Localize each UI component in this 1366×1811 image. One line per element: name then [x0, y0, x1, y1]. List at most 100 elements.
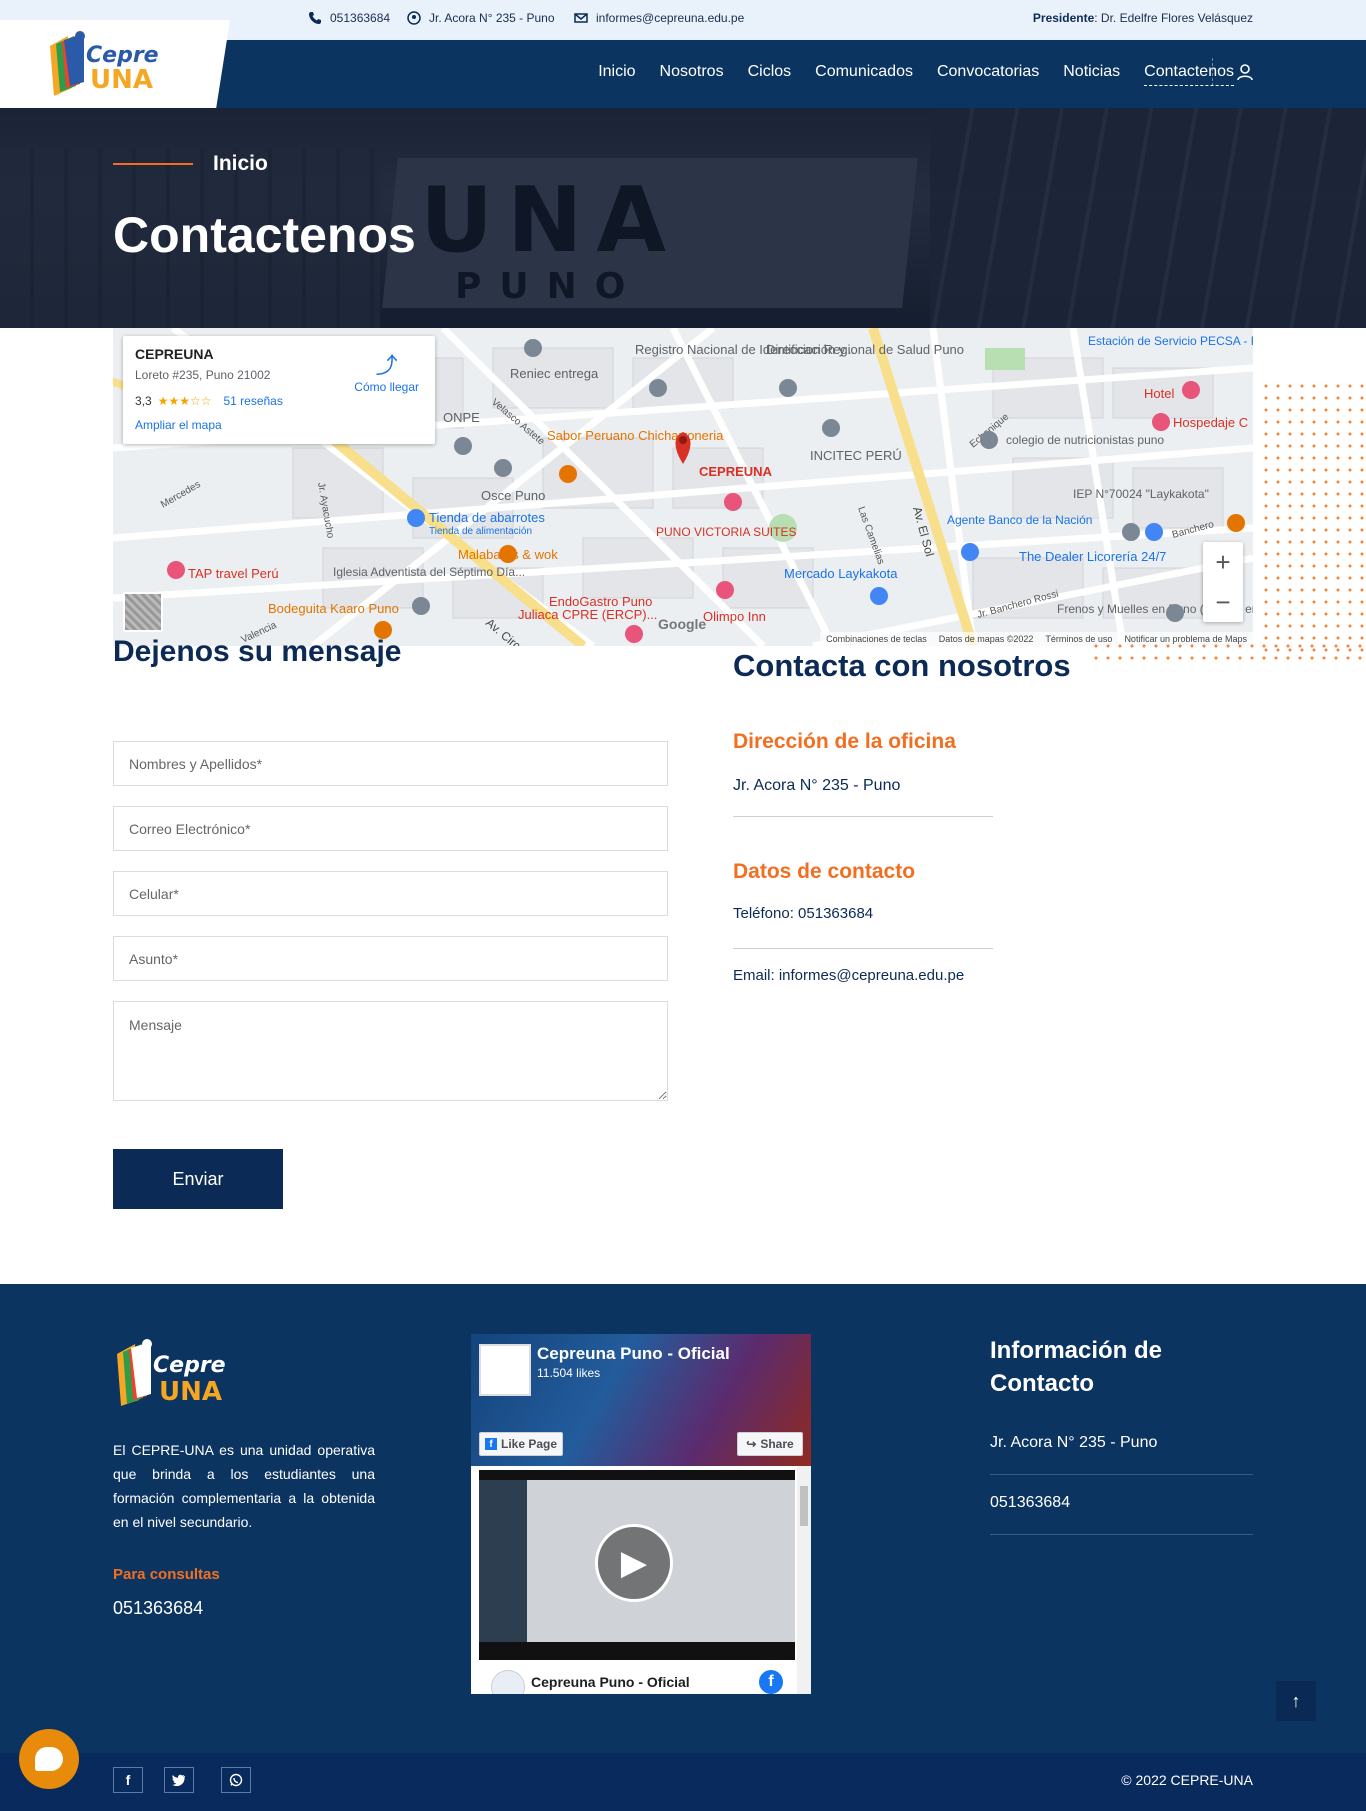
breadcrumb-line: [113, 163, 193, 165]
nav-menu: Inicio Nosotros Ciclos Comunicados Convo…: [598, 63, 1234, 86]
map-zoom-control: + −: [1203, 542, 1243, 622]
map-label-13: Tienda de alimentación: [429, 526, 532, 537]
scroll-to-top-button[interactable]: ↑: [1276, 1681, 1316, 1721]
map-label-24: Juliaca CPRE (ERCP)...: [518, 607, 657, 622]
directions-icon: ⤴: [375, 353, 398, 378]
map-enlarge-link[interactable]: Ampliar el mapa: [135, 418, 423, 432]
chat-bubble-icon: [35, 1747, 63, 1771]
footer-logo[interactable]: Cepre UNA: [113, 1334, 253, 1414]
map-footer-shortcuts[interactable]: Combinaciones de teclas: [826, 634, 927, 644]
page-title: Contactenos: [113, 207, 416, 263]
cepreuna-logo[interactable]: Cepre UNA: [40, 26, 180, 104]
facebook-icon[interactable]: f: [113, 1767, 143, 1793]
fb-post-page-name[interactable]: Cepreuna Puno - Oficial: [531, 1674, 690, 1690]
nav-ciclos[interactable]: Ciclos: [748, 63, 792, 86]
fb-post-avatar[interactable]: [491, 1670, 525, 1694]
footer-consult-label: Para consultas: [113, 1566, 220, 1583]
copyright-text: © 2022 CEPRE-UNA: [1121, 1772, 1253, 1788]
fb-scrollbar-thumb[interactable]: [800, 1486, 808, 1526]
map-satellite-toggle[interactable]: [123, 592, 163, 632]
facebook-icon: f: [484, 1438, 497, 1450]
fb-like-button[interactable]: f Like Page: [479, 1432, 563, 1456]
contact-data-title: Datos de contacto: [733, 860, 916, 883]
twitter-icon[interactable]: [164, 1767, 194, 1793]
nav-noticias[interactable]: Noticias: [1063, 63, 1120, 86]
fb-page-logo[interactable]: [479, 1344, 531, 1396]
footer-info-phone: 051363684: [990, 1494, 1071, 1511]
map-reviews-link[interactable]: 51 reseñas: [223, 394, 282, 408]
star-rating-icon: ★★★☆☆: [157, 394, 212, 408]
footer-about: El CEPRE-UNA es una unidad operativa que…: [113, 1442, 375, 1530]
fb-page-name[interactable]: Cepreuna Puno - Oficial: [537, 1344, 730, 1364]
map-label-10: Hospedaje C: [1173, 415, 1248, 430]
fb-share-button[interactable]: ↪ Share: [737, 1432, 803, 1456]
office-address: Jr. Acora N° 235 - Puno: [733, 777, 901, 794]
zoom-out-button[interactable]: −: [1203, 582, 1243, 622]
nav-contactenos[interactable]: Contactenos: [1144, 63, 1234, 86]
svg-text:Cepre: Cepre: [153, 1353, 226, 1378]
fb-share-label: Share: [760, 1437, 794, 1451]
page-hero: UNA PUNO Inicio Contactenos: [0, 108, 1366, 328]
topbar-address-text: Jr. Acora N° 235 - Puno: [429, 11, 555, 25]
president-label: Presidente: [1032, 11, 1095, 25]
footer-info-title: Información de Contacto: [990, 1337, 1163, 1397]
map-label-16: IEP N°70024 "Laykakota": [1073, 487, 1209, 501]
subject-input[interactable]: [113, 936, 668, 981]
map-label-22: Bodeguita Kaaro Puno: [268, 601, 399, 616]
contact-divider-2: [733, 948, 993, 949]
share-icon: ↪: [746, 1437, 757, 1451]
user-icon[interactable]: [1235, 62, 1255, 82]
whatsapp-icon[interactable]: [221, 1767, 251, 1793]
svg-text:UNA: UNA: [90, 65, 153, 95]
email-input[interactable]: [113, 806, 668, 851]
map-place-card: CEPREUNA Loreto #235, Puno 21002 3,3 ★★★…: [123, 336, 435, 444]
map-label-1: Direccion Regional de Salud Puno: [766, 342, 964, 357]
google-logo: Google: [658, 616, 707, 632]
nav-inicio[interactable]: Inicio: [598, 63, 635, 86]
map-label-2: Estación de Servicio PECSA - Porteño: [1088, 334, 1253, 348]
form-title-text: Dejenos su mensaje: [113, 635, 402, 668]
nav-comunicados[interactable]: Comunicados: [815, 63, 913, 86]
map-label-3: Reniec entrega: [510, 366, 599, 381]
map-label-11: Osce Puno: [481, 488, 545, 503]
fb-scrollbar[interactable]: [797, 1466, 811, 1694]
topbar-phone[interactable]: 051363684: [308, 11, 390, 25]
send-button[interactable]: Enviar: [113, 1149, 283, 1209]
contact-phone: Teléfono: 051363684: [733, 905, 874, 922]
zoom-in-button[interactable]: +: [1203, 542, 1243, 582]
phone-input[interactable]: [113, 871, 668, 916]
topbar-email[interactable]: informes@cepreuna.edu.pe: [574, 11, 744, 25]
topbar-address: Jr. Acora N° 235 - Puno: [407, 11, 555, 25]
map-label-18: Iglesia Adventista del Séptimo Día...: [333, 565, 525, 579]
map-label-17: TAP travel Perú: [188, 566, 279, 581]
name-input[interactable]: [113, 741, 668, 786]
phone-icon: [308, 11, 322, 25]
map-label-6: CEPREUNA: [699, 464, 773, 479]
message-textarea[interactable]: [113, 1001, 668, 1101]
fb-page-likes: 11.504 likes: [537, 1366, 601, 1380]
play-icon[interactable]: ▶: [595, 1524, 673, 1602]
map-label-14: PUNO VICTORIA SUITES: [656, 525, 796, 539]
fb-video-post[interactable]: ▶: [479, 1470, 795, 1660]
map-rating-value: 3,3: [135, 394, 152, 408]
fb-post-header: Cepreuna Puno - Oficial f: [479, 1666, 795, 1694]
breadcrumb[interactable]: Inicio: [213, 152, 268, 176]
topbar-email-text: informes@cepreuna.edu.pe: [596, 11, 745, 25]
office-title: Dirección de la oficina: [733, 730, 956, 753]
map-label-21: The Dealer Licorería 24/7: [1019, 549, 1166, 564]
footer-info-divider-2: [990, 1534, 1253, 1535]
decorative-dots-bottom: [1090, 640, 1366, 660]
map-footer-data: Datos de mapas ©2022: [938, 634, 1034, 644]
map-directions-label: Cómo llegar: [354, 380, 419, 394]
google-map[interactable]: Registro Nacional de Identificación y...…: [113, 328, 1253, 646]
chat-widget-button[interactable]: [19, 1729, 79, 1789]
contact-title: Contacta con nosotros: [733, 648, 1071, 683]
nav-nosotros[interactable]: Nosotros: [660, 63, 724, 86]
contact-email[interactable]: Email: informes@cepreuna.edu.pe: [733, 967, 964, 984]
facebook-page-widget[interactable]: Cepreuna Puno - Oficial 11.504 likes f L…: [471, 1334, 811, 1694]
map-directions-button[interactable]: ⤴ Cómo llegar: [354, 348, 419, 394]
form-title: Dejenos su mensaje: [113, 635, 401, 675]
map-label-7: INCITEC PERÚ: [810, 448, 902, 463]
footer-consult-phone: 051363684: [113, 1598, 204, 1618]
nav-convocatorias[interactable]: Convocatorias: [937, 63, 1039, 86]
